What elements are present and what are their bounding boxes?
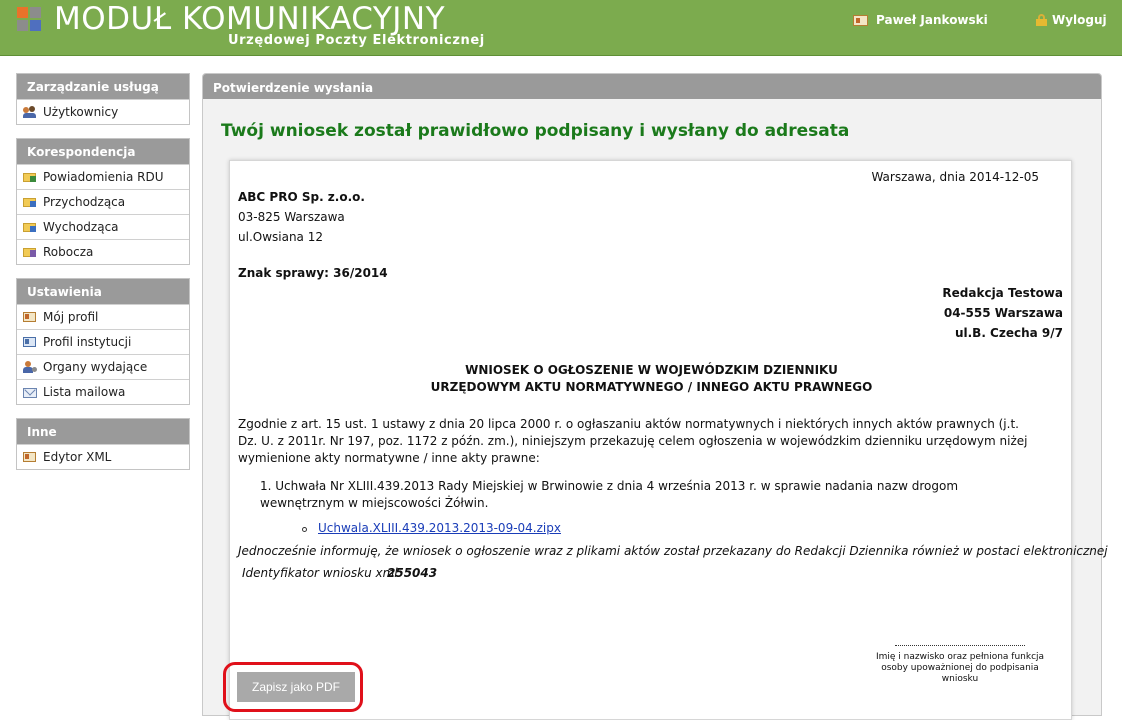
sidebar-item-mailing-list[interactable]: Lista mailowa [17, 379, 189, 404]
document-date: Warszawa, dnia 2014-12-05 [871, 170, 1039, 184]
app-title: MODUŁ KOMUNIKACYJNY [54, 1, 446, 37]
panel-title: Potwierdzenie wysłania [203, 74, 1101, 99]
recipient-city: 04-555 Warszawa [943, 306, 1063, 320]
app-logo-icon [17, 7, 43, 33]
sidebar-item-my-profile[interactable]: Mój profil [17, 304, 189, 329]
sidebar-item-label: Mój profil [43, 310, 99, 324]
sidebar-item-incoming[interactable]: Przychodząca [17, 189, 189, 214]
user-menu[interactable]: Paweł Jankowski [853, 13, 988, 27]
main-panel: Potwierdzenie wysłania Twój wniosek zost… [202, 73, 1108, 720]
person-gear-icon [23, 361, 37, 373]
recipient-name: Redakcja Testowa [942, 286, 1063, 300]
sidebar-item-rdu-notifications[interactable]: Powiadomienia RDU [17, 164, 189, 189]
folder-outgoing-icon [23, 221, 37, 233]
sidebar-item-label: Lista mailowa [43, 385, 126, 399]
document-heading-line2: URZĘDOWYM AKTU NORMATYWNEGO / INNEGO AKT… [430, 380, 873, 394]
sidebar-item-label: Użytkownicy [43, 105, 119, 119]
sidebar-item-label: Robocza [43, 245, 94, 259]
sidebar-item-institution-profile[interactable]: Profil instytucji [17, 329, 189, 354]
profile-card-icon [23, 311, 37, 323]
logout-button[interactable]: Wyloguj [1036, 13, 1107, 27]
signature-caption: Imię i nazwisko oraz pełniona funkcja os… [875, 652, 1045, 684]
sender-street: ul.Owsiana 12 [238, 230, 323, 244]
sidebar-section-settings: Ustawienia Mój profil Profil instytucji … [16, 278, 190, 405]
attachment-link[interactable]: Uchwala.XLIII.439.2013.2013-09-04.zipx [318, 521, 561, 535]
recipient-street: ul.B. Czecha 9/7 [954, 326, 1063, 340]
mail-icon [23, 384, 37, 398]
lock-icon [1036, 14, 1047, 26]
sidebar-item-drafts[interactable]: Robocza [17, 239, 189, 264]
success-message: Twój wniosek został prawidłowo podpisany… [221, 121, 850, 141]
sidebar-section-correspondence: Korespondencja Powiadomienia RDU Przycho… [16, 138, 190, 265]
user-card-icon [853, 14, 868, 26]
signature-line [895, 645, 1025, 646]
institution-card-icon [23, 336, 37, 348]
sidebar-section-title: Korespondencja [17, 139, 189, 164]
user-name: Paweł Jankowski [876, 13, 988, 27]
act-list-item: 1. Uchwała Nr XLIII.439.2013 Rady Miejsk… [260, 479, 959, 510]
sidebar-section-title: Zarządzanie usługą [17, 74, 189, 99]
sidebar-item-issuing-bodies[interactable]: Organy wydające [17, 354, 189, 379]
document-preview: Warszawa, dnia 2014-12-05 ABC PRO Sp. z.… [229, 160, 1108, 720]
xml-id-label: Identyfikator wniosku xml: [242, 566, 402, 580]
sidebar-section-service: Zarządzanie usługą Użytkownicy [16, 73, 190, 125]
sidebar-section-title: Ustawienia [17, 279, 189, 304]
app-header: MODUŁ KOMUNIKACYJNY Urzędowej Poczty Ele… [0, 0, 1122, 56]
document-body: Zgodnie z art. 15 ust. 1 ustawy z dnia 2… [238, 417, 1028, 465]
document-heading-line1: WNIOSEK O OGŁOSZENIE W WOJEWÓDZKIM DZIEN… [465, 363, 838, 377]
users-icon [23, 106, 37, 118]
sidebar-item-label: Wychodząca [43, 220, 119, 234]
folder-draft-icon [23, 246, 37, 258]
sender-name: ABC PRO Sp. z.o.o. [238, 190, 365, 204]
sidebar-section-other: Inne Edytor XML [16, 418, 190, 470]
sidebar-item-label: Edytor XML [43, 450, 112, 464]
logout-label: Wyloguj [1052, 13, 1107, 27]
sidebar-item-users[interactable]: Użytkownicy [17, 99, 189, 124]
sidebar-item-label: Organy wydające [43, 360, 148, 374]
sidebar-item-label: Powiadomienia RDU [43, 170, 164, 184]
sidebar-item-outgoing[interactable]: Wychodząca [17, 214, 189, 239]
highlight-annotation [223, 662, 363, 712]
bullet-icon [302, 527, 307, 532]
sidebar-item-label: Profil instytucji [43, 335, 132, 349]
electronic-note: Jednocześnie informuję, że wniosek o ogł… [238, 544, 1108, 558]
sidebar: Zarządzanie usługą Użytkownicy Korespond… [16, 73, 190, 483]
folder-incoming-icon [23, 196, 37, 208]
xml-card-icon [23, 451, 37, 463]
sender-city: 03-825 Warszawa [238, 210, 345, 224]
sidebar-item-label: Przychodząca [43, 195, 126, 209]
sidebar-section-title: Inne [17, 419, 189, 444]
signature-block: Imię i nazwisko oraz pełniona funkcja os… [865, 645, 1055, 685]
xml-id-value: 255043 [387, 566, 438, 580]
case-number: Znak sprawy: 36/2014 [238, 266, 388, 280]
folder-arrow-icon [23, 171, 37, 183]
app-subtitle: Urzędowej Poczty Elektronicznej [228, 33, 485, 48]
sidebar-item-xml-editor[interactable]: Edytor XML [17, 444, 189, 469]
